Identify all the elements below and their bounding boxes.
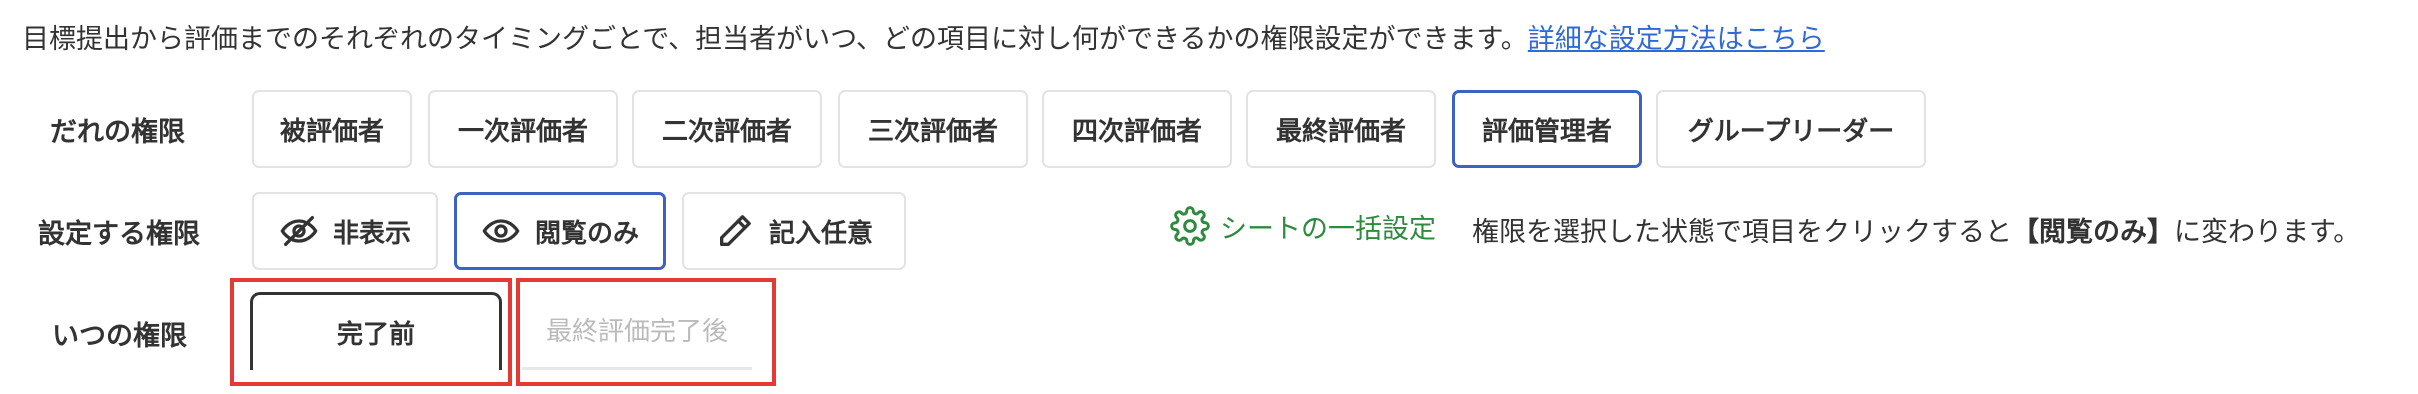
role-button-third-evaluator[interactable]: 三次評価者 <box>838 90 1028 168</box>
hint-emphasis: 【閲覧のみ】 <box>2012 217 2174 248</box>
permission-button-hidden[interactable]: 非表示 <box>252 192 438 270</box>
role-button-evaluatee[interactable]: 被評価者 <box>252 90 412 168</box>
settings-help-link[interactable]: 詳細な設定方法はこちら <box>1528 24 1825 55</box>
who-label: だれの権限 <box>50 117 185 148</box>
permission-label: 設定する権限 <box>38 219 200 250</box>
permission-settings-panel: 目標提出から評価までのそれぞれのタイミングごとで、担当者がいつ、どの項目に対し何… <box>0 0 2418 394</box>
permission-optional-entry-label: 記入任意 <box>768 218 873 249</box>
eye-slash-icon <box>279 211 319 251</box>
intro-text: 目標提出から評価までのそれぞれのタイミングごとで、担当者がいつ、どの項目に対し何… <box>22 20 1825 60</box>
sheet-bulk-settings-label: シートの一括設定 <box>1220 213 1436 245</box>
permission-hint: 権限を選択した状態で項目をクリックすると【閲覧のみ】に変わります。 <box>1472 210 2360 249</box>
role-button-first-evaluator[interactable]: 一次評価者 <box>428 90 618 168</box>
hint-suffix: に変わります。 <box>2174 217 2361 248</box>
eye-icon <box>481 211 521 251</box>
role-button-fourth-evaluator[interactable]: 四次評価者 <box>1042 90 1232 168</box>
permission-button-optional-entry[interactable]: 記入任意 <box>682 192 906 270</box>
permission-hidden-label: 非表示 <box>332 218 411 249</box>
permission-view-only-label: 閲覧のみ <box>534 218 639 249</box>
annotation-highlight-after <box>516 278 776 386</box>
sheet-bulk-settings-button[interactable]: シートの一括設定 <box>1170 206 1436 246</box>
role-button-second-evaluator[interactable]: 二次評価者 <box>632 90 822 168</box>
role-button-evaluation-admin[interactable]: 評価管理者 <box>1452 90 1642 168</box>
when-label: いつの権限 <box>52 321 187 352</box>
pencil-icon <box>715 211 755 251</box>
gear-icon <box>1170 206 1210 246</box>
role-button-group-leader[interactable]: グループリーダー <box>1656 90 1926 168</box>
permission-button-view-only[interactable]: 閲覧のみ <box>454 192 666 270</box>
hint-prefix: 権限を選択した状態で項目をクリックすると <box>1472 217 2012 248</box>
role-button-final-evaluator[interactable]: 最終評価者 <box>1246 90 1436 168</box>
annotation-highlight-before <box>230 278 512 386</box>
intro-description: 目標提出から評価までのそれぞれのタイミングごとで、担当者がいつ、どの項目に対し何… <box>22 24 1528 55</box>
